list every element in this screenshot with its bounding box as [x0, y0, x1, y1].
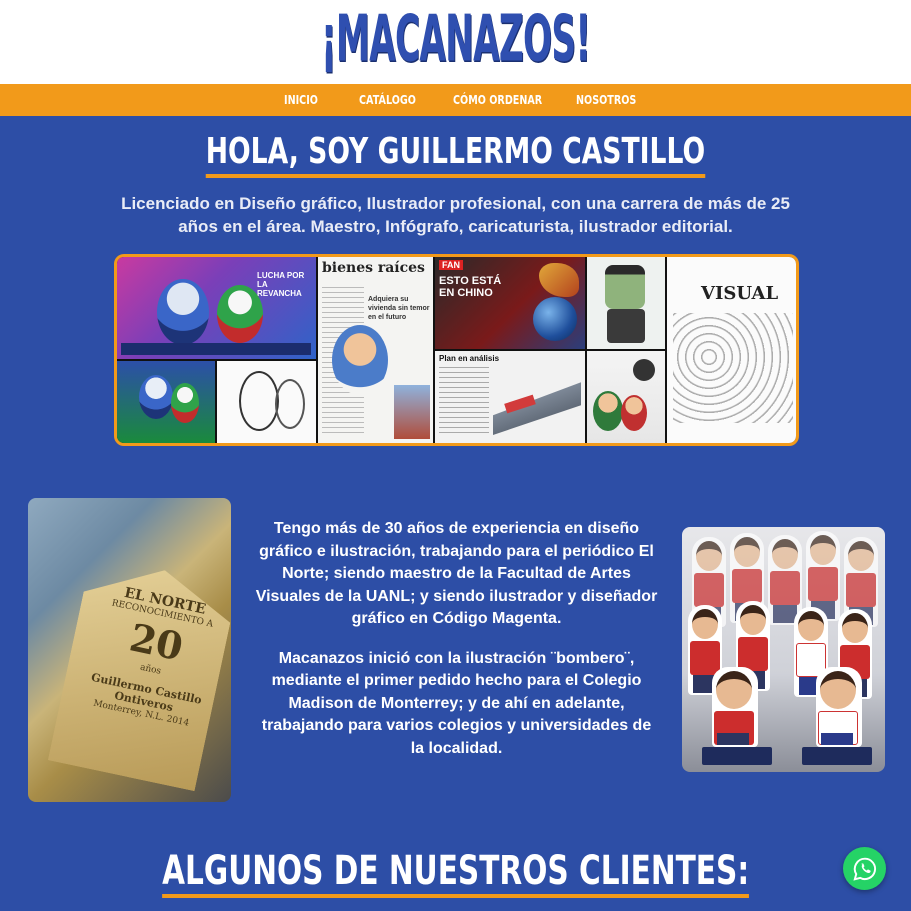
collage-tile-bienes-raices: bienes raíces Adquiera su vivienda sin t… [318, 257, 433, 443]
tile-subheading: Adquiera su vivienda sin temor en el fut… [368, 296, 430, 321]
collage-tile-plan-en-analisis: Plan en análisis [435, 351, 585, 443]
collage-tile-sketch [217, 361, 316, 443]
nav-item-nosotros[interactable]: NOSOTROS [576, 84, 636, 116]
tile-heading: FAN [439, 260, 463, 270]
figurine-base [802, 747, 872, 765]
globe-illustration [533, 297, 577, 341]
wrestler-blue-illustration [157, 279, 209, 345]
hero-title-wrap: HOLA, SOY GUILLERMO CASTILLO [0, 130, 911, 178]
tile-heading: LUCHA POR LA REVANCHA [257, 271, 305, 298]
collage-tile-lucha: LUCHA POR LA REVANCHA [117, 257, 316, 359]
site-header: ¡MACANAZOS! [0, 0, 911, 84]
characters-2-illustration [621, 395, 647, 431]
nav-item-inicio[interactable]: INICIO [284, 84, 318, 116]
bio-paragraph-2: Macanazos inició con la ilustración ¨bom… [261, 649, 652, 757]
wrestler-mini-illustration [139, 375, 173, 419]
frankenstein-head-illustration [605, 265, 645, 309]
frankenstein-body-illustration [607, 309, 645, 343]
clients-title: ALGUNOS DE NUESTROS CLIENTES: [161, 848, 750, 898]
nav-item-como-ordenar[interactable]: CÓMO ORDENAR [453, 84, 542, 116]
wrecking-ball-illustration [633, 359, 655, 381]
plaque-text: EL NORTE RECONOCIMIENTO A 20 años Guille… [76, 582, 230, 734]
site-logo[interactable]: ¡MACANAZOS! [321, 2, 591, 76]
text-column-lines [439, 367, 489, 437]
hero-title: HOLA, SOY GUILLERMO CASTILLO [205, 130, 706, 178]
figurine-cutout [816, 667, 862, 747]
tile-subheading: ESTO ESTÁ EN CHINO [439, 275, 502, 299]
portfolio-collage: LUCHA POR LA REVANCHA bienes raíces Adqu… [114, 254, 799, 446]
award-photo: EL NORTE RECONOCIMIENTO A 20 años Guille… [28, 498, 231, 802]
tile-heading: Plan en análisis [439, 354, 500, 363]
main-nav: INICIO CATÁLOGO CÓMO ORDENAR NOSOTROS [0, 84, 911, 116]
bio-paragraph-1: Tengo más de 30 años de experiencia en d… [255, 520, 658, 627]
whatsapp-button[interactable] [843, 847, 886, 890]
whatsapp-icon [852, 857, 876, 881]
sketch-crowd-illustration [673, 313, 793, 423]
dragon-illustration [539, 263, 579, 297]
figurine-cutout [712, 667, 758, 747]
tile-heading: VISUAL [701, 283, 779, 304]
building-photo [394, 385, 430, 439]
figurines-photo [682, 527, 885, 772]
characters-illustration [593, 391, 623, 431]
wrestler-green-illustration [217, 285, 263, 343]
collage-tile-lucha-small [117, 361, 215, 443]
wrestler-mini-green-illustration [171, 383, 199, 423]
figurine-base [702, 747, 772, 765]
figurine-cutout [768, 535, 802, 625]
sketch-figure-illustration [239, 371, 279, 431]
collage-tile-frankenstein [587, 257, 665, 349]
collage-tile-esto-esta-en-chino: FAN ESTO ESTÁ EN CHINO [435, 257, 585, 349]
sketch-figure-2-illustration [275, 379, 305, 429]
logo-text: ¡MACANAZOS! [321, 2, 591, 76]
collage-tile-editorial [587, 351, 665, 443]
clients-title-wrap: ALGUNOS DE NUESTROS CLIENTES: [0, 848, 911, 898]
tile-heading: bienes raíces [322, 260, 425, 276]
bio-text: Tengo más de 30 años de experiencia en d… [254, 518, 659, 777]
nav-item-catalogo[interactable]: CATÁLOGO [359, 84, 416, 116]
caricature-illustration [332, 325, 388, 395]
hero-intro: Licenciado en Diseño gráfico, Ilustrador… [121, 194, 790, 236]
collage-tile-visual: VISUAL [667, 257, 796, 443]
